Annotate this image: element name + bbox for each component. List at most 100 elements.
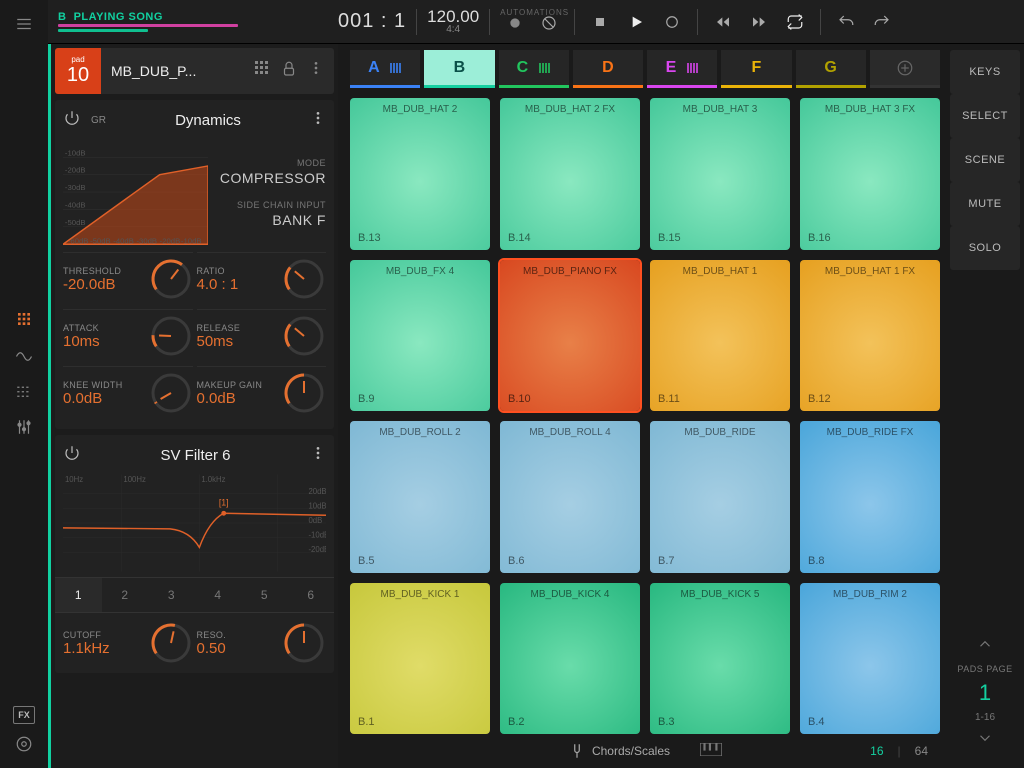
redo-button[interactable]	[867, 7, 897, 37]
bank-add-button[interactable]	[870, 50, 940, 88]
page-up-icon[interactable]	[976, 635, 994, 658]
step-view-icon[interactable]	[8, 375, 40, 407]
fx-more-icon[interactable]	[310, 445, 326, 466]
pad-B-13[interactable]: MB_DUB_HAT 2B.13	[350, 98, 490, 250]
record-button[interactable]	[657, 7, 687, 37]
pad-B-4[interactable]: MB_DUB_RIM 2B.4	[800, 583, 940, 735]
lock-icon[interactable]	[280, 60, 298, 83]
bank-tab-G[interactable]: G	[796, 50, 866, 88]
grid-icon[interactable]	[254, 60, 270, 83]
filter-tab-5[interactable]: 5	[241, 578, 288, 612]
tuning-fork-icon[interactable]: Chords/Scales	[568, 742, 670, 760]
bank-tab-F[interactable]: F	[721, 50, 791, 88]
undo-button[interactable]	[831, 7, 861, 37]
automation-view-icon[interactable]	[8, 339, 40, 371]
mode-solo-button[interactable]: SOLO	[950, 226, 1020, 270]
footer: Chords/Scales 16 | 64	[350, 734, 940, 768]
power-icon[interactable]	[63, 444, 81, 467]
knob-cutoff[interactable]: CUTOFF1.1kHz	[63, 617, 193, 669]
automations-label: AUTOMATIONS	[500, 8, 569, 17]
filter-tab-1[interactable]: 1	[55, 578, 102, 612]
fx-module-filter: SV Filter 6 10Hz 100Hz 1.0kHz 20dB 10dB	[55, 435, 334, 673]
pads-view-icon[interactable]	[8, 303, 40, 335]
pad-B-1[interactable]: MB_DUB_KICK 1B.1	[350, 583, 490, 735]
bank-tab-C[interactable]: C	[499, 50, 569, 88]
song-prefix: B	[58, 11, 66, 23]
pad-count-total[interactable]: 64	[915, 744, 928, 758]
mode-select-button[interactable]: SELECT	[950, 94, 1020, 138]
filter-tab-2[interactable]: 2	[102, 578, 149, 612]
sidechain-value[interactable]: BANK F	[216, 212, 326, 228]
fx-more-icon[interactable]	[310, 110, 326, 131]
inspector-panel: pad 10 MB_DUB_P... GR Dynamics	[48, 44, 338, 768]
pad-B-6[interactable]: MB_DUB_ROLL 4B.6	[500, 421, 640, 573]
svg-text:-20dB: -20dB	[160, 236, 181, 245]
knob-threshold[interactable]: THRESHOLD-20.0dB	[63, 252, 193, 305]
pad-count-active[interactable]: 16	[870, 744, 883, 758]
page-down-icon[interactable]	[976, 729, 994, 752]
knob-release[interactable]: RELEASE50ms	[197, 309, 327, 362]
svg-text:-40dB: -40dB	[65, 201, 86, 210]
filter-tab-4[interactable]: 4	[195, 578, 242, 612]
right-sidebar: KEYSSELECTSCENEMUTESOLO PADS PAGE 1 1-16	[946, 44, 1024, 768]
pad-B-9[interactable]: MB_DUB_FX 4B.9	[350, 260, 490, 412]
filter-graph[interactable]: 10Hz 100Hz 1.0kHz 20dB 10dB 0dB -10dB -2…	[63, 473, 326, 573]
svg-text:-10dB: -10dB	[181, 236, 202, 245]
fx-icon[interactable]: FX	[13, 706, 35, 724]
mode-keys-button[interactable]: KEYS	[950, 50, 1020, 94]
knob-knee-width[interactable]: KNEE WIDTH0.0dB	[63, 366, 193, 419]
knob-attack[interactable]: ATTACK10ms	[63, 309, 193, 362]
menu-icon[interactable]	[8, 8, 40, 40]
pad-B-5[interactable]: MB_DUB_ROLL 2B.5	[350, 421, 490, 573]
knob-makeup-gain[interactable]: MAKEUP GAIN0.0dB	[197, 366, 327, 419]
settings-icon[interactable]	[8, 728, 40, 760]
pager-label: PADS PAGE	[957, 664, 1012, 674]
keyboard-icon[interactable]	[700, 743, 722, 759]
filter-tab-6[interactable]: 6	[288, 578, 335, 612]
stop-button[interactable]	[585, 7, 615, 37]
header: B PLAYING SONG 001 : 1 120.00 4:4 AUTOMA…	[48, 0, 1024, 44]
svg-text:[1]: [1]	[219, 497, 229, 507]
pad-name[interactable]: MB_DUB_P...	[101, 63, 254, 79]
song-info[interactable]: B PLAYING SONG	[58, 11, 278, 32]
pad-number-badge[interactable]: pad 10	[55, 48, 101, 94]
forward-button[interactable]	[744, 7, 774, 37]
pad-B-14[interactable]: MB_DUB_HAT 2 FXB.14	[500, 98, 640, 250]
pad-B-12[interactable]: MB_DUB_HAT 1 FXB.12	[800, 260, 940, 412]
dynamics-graph[interactable]: -10dB -20dB -30dB -40dB -50dB -60dB -50d…	[63, 138, 208, 248]
filter-tab-3[interactable]: 3	[148, 578, 195, 612]
fx-title: SV Filter 6	[91, 447, 300, 464]
more-icon[interactable]	[308, 60, 324, 83]
pad-B-16[interactable]: MB_DUB_HAT 3 FXB.16	[800, 98, 940, 250]
pad-B-10[interactable]: MB_DUB_PIANO FXB.10	[500, 260, 640, 412]
bank-tab-D[interactable]: D	[573, 50, 643, 88]
svg-text:20dB: 20dB	[308, 487, 326, 496]
bank-tab-B[interactable]: B	[424, 50, 494, 88]
svg-text:-10dB: -10dB	[308, 531, 326, 540]
pad-B-8[interactable]: MB_DUB_RIDE FXB.8	[800, 421, 940, 573]
play-button[interactable]	[621, 7, 651, 37]
center: A BC DE FG MB_DUB_HAT 2B.13 MB_DUB_HAT 2…	[338, 44, 946, 768]
loop-button[interactable]	[780, 7, 810, 37]
mode-mute-button[interactable]: MUTE	[950, 182, 1020, 226]
knob-reso[interactable]: RESO.0.50	[197, 617, 327, 669]
transport: 001 : 1 120.00 4:4 AUTOMATIONS	[338, 6, 897, 38]
bank-tab-A[interactable]: A	[350, 50, 420, 88]
pad-B-15[interactable]: MB_DUB_HAT 3B.15	[650, 98, 790, 250]
rewind-button[interactable]	[708, 7, 738, 37]
power-icon[interactable]	[63, 109, 81, 132]
tempo[interactable]: 120.00 4:4	[427, 8, 479, 35]
pads-pager: PADS PAGE 1 1-16	[950, 274, 1020, 762]
pad-B-11[interactable]: MB_DUB_HAT 1B.11	[650, 260, 790, 412]
position-counter[interactable]: 001 : 1	[338, 10, 406, 33]
bank-tab-E[interactable]: E	[647, 50, 717, 88]
mixer-view-icon[interactable]	[8, 411, 40, 443]
pad-B-2[interactable]: MB_DUB_KICK 4B.2	[500, 583, 640, 735]
mode-scene-button[interactable]: SCENE	[950, 138, 1020, 182]
pad-B-7[interactable]: MB_DUB_RIDEB.7	[650, 421, 790, 573]
main: B PLAYING SONG 001 : 1 120.00 4:4 AUTOMA…	[48, 0, 1024, 768]
svg-text:-50dB: -50dB	[65, 218, 86, 227]
knob-ratio[interactable]: RATIO4.0 : 1	[197, 252, 327, 305]
pad-B-3[interactable]: MB_DUB_KICK 5B.3	[650, 583, 790, 735]
mode-value[interactable]: COMPRESSOR	[216, 170, 326, 186]
